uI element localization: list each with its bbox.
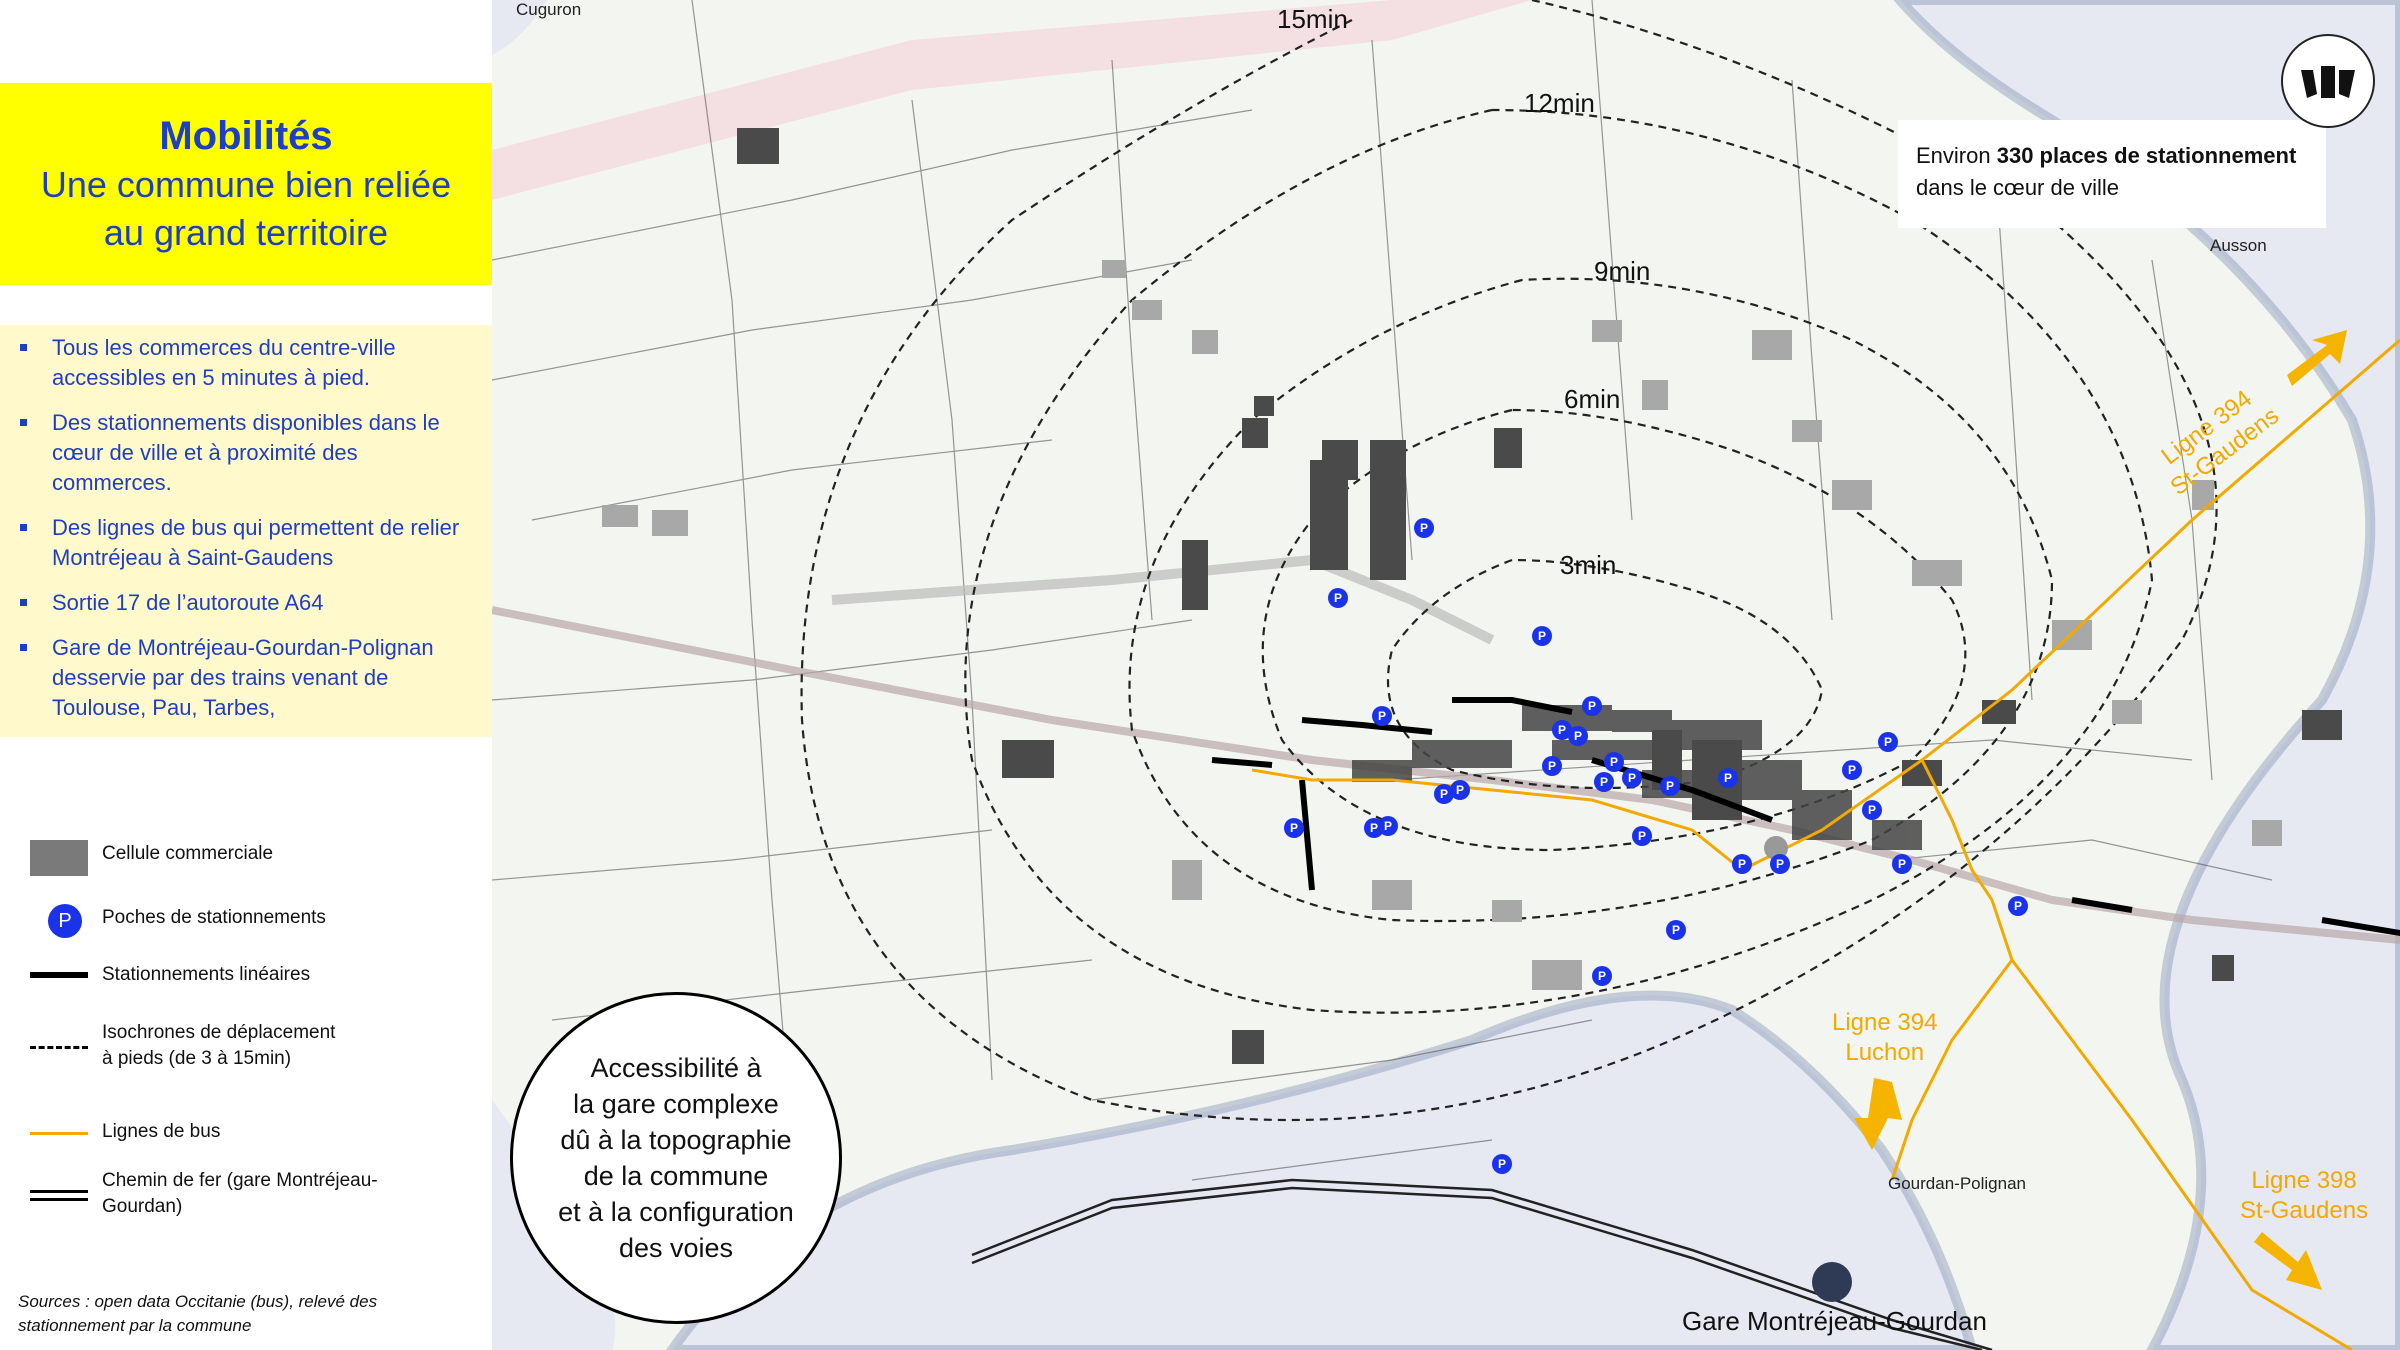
legend-item-parking: P Poches de stationnements [30, 898, 480, 938]
page-subtitle: Une commune bien reliée au grand territo… [41, 161, 451, 257]
legend-item-rail: Chemin de fer (gare Montréjeau- Gourdan) [30, 1168, 480, 1220]
place-label-ausson: Ausson [2210, 236, 2267, 255]
legend-item-bus: Lignes de bus [30, 1112, 480, 1152]
parking-pin[interactable]: P [1660, 776, 1680, 796]
bubble-line: des voies [618, 1233, 734, 1263]
isochrone-label: 9min [1594, 256, 1651, 286]
sources-line: Sources : open data Occitanie (bus), rel… [18, 1292, 378, 1311]
parking-pin[interactable]: P [1892, 854, 1912, 874]
parking-info-suffix: dans le cœur de ville [1916, 175, 2119, 200]
place-label-gourdan: Gourdan-Polignan [1888, 1174, 2026, 1193]
legend-label-line: Isochrones de déplacement [102, 1022, 336, 1043]
station-marker [1812, 1262, 1852, 1302]
bubble-line: la gare complexe [573, 1089, 779, 1119]
legend-label-line: Chemin de fer (gare Montréjeau- [102, 1170, 378, 1191]
bus-label-line: Luchon [1845, 1039, 1925, 1066]
parking-pin[interactable]: P [1632, 826, 1652, 846]
bubble-line: Accessibilité à [590, 1053, 762, 1083]
station-access-bubble: Accessibilité à la gare complexe dû à la… [510, 992, 842, 1324]
bubble-line: de la commune [583, 1161, 769, 1191]
bullet-item: Gare de Montréjeau-Gourdan-Polignan dess… [18, 633, 472, 723]
dashed-line-swatch [30, 1026, 90, 1066]
legend-label: Poches de stationnements [102, 907, 326, 928]
title-box: Mobilités Une commune bien reliée au gra… [0, 83, 492, 285]
parking-info-prefix: Environ [1916, 143, 1997, 168]
parking-pin[interactable]: P [1582, 696, 1602, 716]
sources-line: stationnement par la commune [18, 1316, 252, 1335]
bullet-item: Sortie 17 de l’autoroute A64 [18, 588, 472, 618]
isochrone-6 [1261, 408, 1967, 852]
water-area-south [665, 990, 1978, 1350]
station-label: Gare Montréjeau-Gourdan [1682, 1306, 1987, 1336]
bullet-list: Tous les commerces du centre-ville acces… [18, 333, 472, 723]
parking-pin[interactable]: P [1592, 966, 1612, 986]
parking-pin[interactable]: P [1622, 768, 1642, 788]
parking-icon: P [30, 898, 90, 938]
rail-swatch [30, 1174, 90, 1214]
legend-label: Stationnements linéaires [102, 964, 311, 985]
parking-pin[interactable]: P [2008, 896, 2028, 916]
legend-label: Lignes de bus [102, 1121, 221, 1142]
subtitle-line-2: au grand territoire [103, 212, 389, 253]
bus-label-line: St-Gaudens [2240, 1197, 2369, 1224]
bus-label-line: Ligne 394 [1832, 1009, 1938, 1036]
isochrone-label: 15min [1277, 4, 1348, 34]
parking-pin[interactable]: P [1878, 732, 1898, 752]
isochrone-label: 6min [1564, 384, 1621, 414]
parking-pin[interactable]: P [1328, 588, 1348, 608]
bullet-item: Tous les commerces du centre-ville acces… [18, 333, 472, 393]
legend-item-isochrones: Isochrones de déplacement à pieds (de 3 … [30, 1020, 480, 1072]
subtitle-line-1: Une commune bien reliée [40, 164, 452, 205]
parking-pin[interactable]: P [1732, 854, 1752, 874]
bus-label-394-luchon: Ligne 394 Luchon [1832, 1008, 1937, 1068]
legend-label-line: Gourdan) [102, 1196, 183, 1217]
parking-info-bold: 330 places de stationnement [1996, 143, 2297, 168]
parking-pin[interactable]: P [1862, 800, 1882, 820]
place-label-cuguron: Cuguron [516, 0, 582, 19]
left-panel: Mobilités Une commune bien reliée au gra… [0, 0, 492, 1350]
legend-item-commercial-cell: Cellule commerciale [30, 834, 480, 876]
logo-icon [2301, 66, 2355, 98]
bullet-item: Des lignes de bus qui permettent de reli… [18, 513, 472, 573]
sources-note: Sources : open data Occitanie (bus), rel… [18, 1290, 458, 1338]
page-title: Mobilités [159, 114, 333, 158]
legend-label-line: à pieds (de 3 à 15min) [102, 1048, 292, 1069]
commercial-cell-swatch [30, 834, 90, 876]
parking-pin[interactable]: P [1450, 780, 1470, 800]
parking-pin[interactable]: P [1372, 706, 1392, 726]
legend-label: Chemin de fer (gare Montréjeau- Gourdan) [102, 1168, 378, 1220]
parking-pin[interactable]: P [1718, 768, 1738, 788]
parking-pin[interactable]: P [1594, 772, 1614, 792]
main-road [492, 606, 2400, 944]
parking-pin[interactable]: P [1532, 626, 1552, 646]
legend-item-linear-parking: Stationnements linéaires [30, 955, 480, 995]
buildings [602, 260, 2282, 990]
isochrone-label: 12min [1524, 88, 1595, 118]
legend-label: Isochrones de déplacement à pieds (de 3 … [102, 1020, 335, 1072]
bullets-box: Tous les commerces du centre-ville acces… [0, 325, 492, 737]
bus-label-398-st-gaudens: Ligne 398 St-Gaudens [2240, 1166, 2368, 1226]
bus-line-swatch [30, 1112, 90, 1152]
parking-info-box: Environ 330 places de stationnement dans… [1898, 120, 2326, 228]
brand-logo [2281, 34, 2375, 128]
parking-pin[interactable]: P [1568, 726, 1588, 746]
isochrone-label: 3min [1560, 550, 1617, 580]
bubble-line: dû à la topographie [560, 1125, 792, 1155]
solid-line-swatch [30, 955, 90, 995]
highway [492, 0, 1532, 200]
bubble-line: et à la configuration [558, 1197, 794, 1227]
map-area[interactable]: P P P P P P P P P P P P P P P P P P P P … [492, 0, 2400, 1350]
bullet-item: Des stationnements disponibles dans le c… [18, 408, 472, 498]
parking-pin[interactable]: P [1492, 1154, 1512, 1174]
parking-pin[interactable]: P [1542, 756, 1562, 776]
parking-pin[interactable]: P [1604, 752, 1624, 772]
parking-pin[interactable]: P [1770, 854, 1790, 874]
parking-pin[interactable]: P [1414, 518, 1434, 538]
parking-pin[interactable]: P [1284, 818, 1304, 838]
legend-label: Cellule commerciale [102, 843, 274, 864]
bus-label-line: Ligne 398 [2251, 1167, 2357, 1194]
parking-pin[interactable]: P [1842, 760, 1862, 780]
parking-pin[interactable]: P [1378, 816, 1398, 836]
parking-pin[interactable]: P [1666, 920, 1686, 940]
